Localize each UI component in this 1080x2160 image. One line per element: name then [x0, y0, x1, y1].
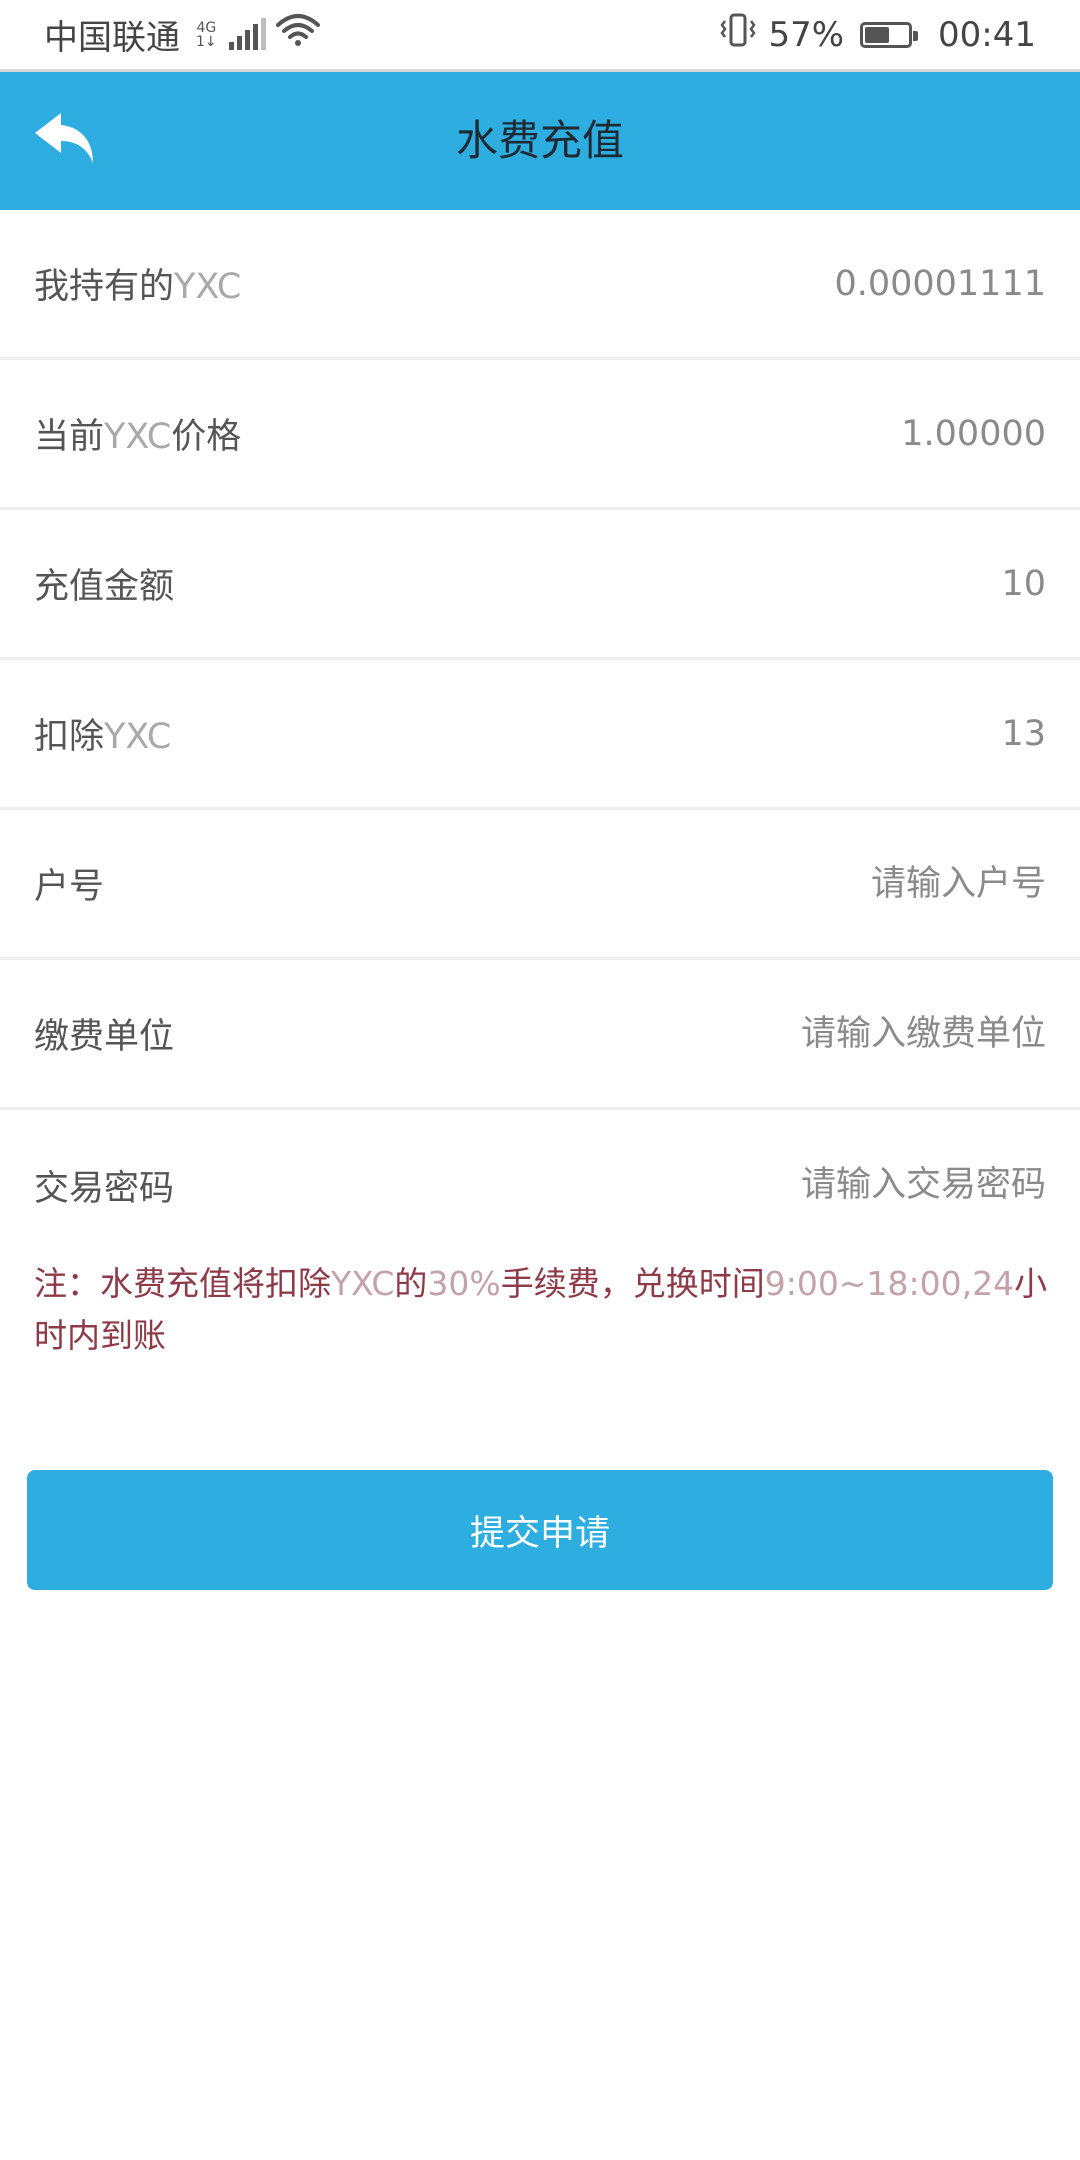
yxc-price-value: 1.00000	[901, 413, 1046, 454]
status-right: 57% 00:41	[718, 12, 1036, 57]
deduct-yxc-label-prefix: 扣除	[34, 717, 105, 757]
trade-password-label: 交易密码	[34, 1168, 175, 1209]
recharge-amount-label: 充值金额	[34, 567, 175, 607]
yxc-price-label-accent: YXC	[104, 417, 172, 457]
held-yxc-label: 我持有的YXC	[34, 258, 241, 309]
held-yxc-label-prefix: 我持有的	[34, 267, 175, 307]
page: 中国联通 4G 1↓ 57% 00:41 水费充值 我持有的YXC 0.0000…	[0, 0, 1080, 2160]
battery-level-fill	[865, 26, 890, 43]
app-header: 水费充值	[0, 72, 1080, 210]
carrier-name: 中国联通	[44, 18, 180, 58]
fee-notice-text-2: YXC	[331, 1264, 395, 1303]
fee-notice: 注：水费充值将扣除YXC的30%手续费，兑换时间9:00~18:00,24小时内…	[34, 1258, 1050, 1362]
fee-notice-text-5: 手续费，兑换时间	[500, 1264, 765, 1303]
fee-notice-text-4: 30%	[427, 1264, 501, 1303]
vibrate-icon	[718, 12, 758, 57]
submit-button[interactable]: 提交申请	[27, 1470, 1053, 1590]
recharge-form: 我持有的YXC 0.00001111 当前YXC价格 1.00000 充值金额 …	[0, 210, 1080, 1260]
trade-password-row: 交易密码	[0, 1110, 1080, 1260]
status-bar: 中国联通 4G 1↓ 57% 00:41	[0, 0, 1080, 72]
wifi-icon	[275, 13, 320, 56]
recharge-amount-value: 10	[1001, 563, 1046, 604]
battery-percent: 57%	[768, 14, 845, 55]
account-number-input[interactable]	[486, 863, 1046, 904]
payment-unit-row: 缴费单位	[0, 960, 1080, 1110]
held-yxc-row: 我持有的YXC 0.00001111	[0, 210, 1080, 360]
fee-notice-text-1: 注：水费充值将扣除	[34, 1264, 331, 1303]
signal-icon	[228, 17, 266, 50]
fee-notice-text-6: 9:00~18:00,24	[764, 1264, 1015, 1303]
deduct-yxc-label: 扣除YXC	[34, 708, 171, 759]
network-type-label: 4G	[196, 19, 217, 36]
yxc-price-row: 当前YXC价格 1.00000	[0, 360, 1080, 510]
deduct-yxc-row: 扣除YXC 13	[0, 660, 1080, 810]
held-yxc-label-accent: YXC	[174, 267, 242, 307]
account-number-label: 户号	[34, 867, 105, 907]
held-yxc-value: 0.00001111	[834, 263, 1046, 304]
clock-time: 00:41	[938, 14, 1036, 55]
status-left: 中国联通 4G 1↓	[44, 10, 320, 59]
fee-notice-text-3: 的	[394, 1264, 428, 1303]
account-number-row: 户号	[0, 810, 1080, 960]
network-type: 4G 1↓	[196, 21, 217, 49]
deduct-yxc-label-accent: YXC	[104, 717, 172, 757]
deduct-yxc-value: 13	[1001, 713, 1046, 754]
yxc-price-label-prefix: 当前	[34, 417, 105, 457]
network-activity-label: 1↓	[196, 33, 217, 50]
battery-icon	[860, 21, 919, 48]
payment-unit-label: 缴费单位	[34, 1017, 175, 1057]
page-title: 水费充值	[455, 116, 624, 165]
recharge-amount-row: 充值金额 10	[0, 510, 1080, 660]
yxc-price-label-suffix: 价格	[171, 417, 242, 457]
yxc-price-label: 当前YXC价格	[34, 408, 241, 459]
payment-unit-input[interactable]	[486, 1013, 1046, 1054]
trade-password-input[interactable]	[486, 1165, 1046, 1205]
